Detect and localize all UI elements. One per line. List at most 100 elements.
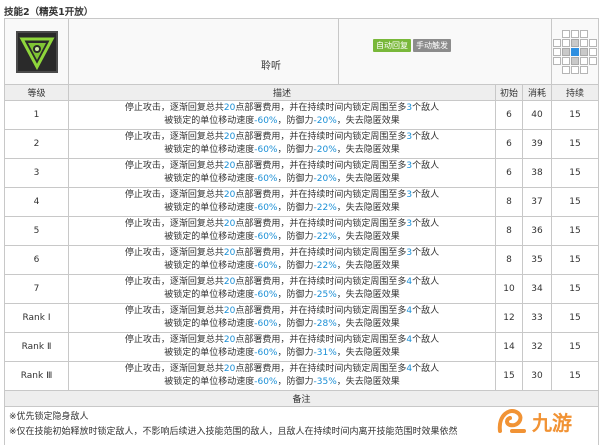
desc-cost-value: 20 bbox=[223, 364, 236, 374]
desc-cost-value: 20 bbox=[223, 219, 236, 229]
range-cell-off bbox=[553, 38, 562, 47]
skill-listen-icon bbox=[15, 30, 58, 73]
desc-text: ，失去隐匿效果 bbox=[336, 203, 400, 213]
header-consume: 消耗 bbox=[521, 84, 553, 101]
range-cell bbox=[551, 18, 600, 85]
desc-text: ，失去隐匿效果 bbox=[336, 319, 400, 329]
desc-text: ，防御力 bbox=[277, 116, 314, 126]
desc-text: 点部署费用，并在持续时间内锁定周围至多 bbox=[235, 161, 407, 171]
desc-cost-value: 20 bbox=[223, 103, 236, 113]
desc-defense-value: -28% bbox=[313, 319, 337, 329]
desc-text: 个敌人 bbox=[412, 306, 440, 316]
description-cell: 停止攻击，逐渐回复总共20点部署费用，并在持续时间内锁定周围至多3个敌人 被锁定的… bbox=[68, 158, 496, 188]
range-cell-on bbox=[571, 38, 580, 47]
skill-table: 聆听 自动回复 手动触发 等级 描述 初始 消耗 持续 1 停止攻击，逐渐回复总共2… bbox=[3, 18, 600, 445]
desc-defense-value: -31% bbox=[313, 348, 337, 358]
range-cell-off bbox=[580, 38, 589, 47]
range-cell-off bbox=[580, 56, 589, 65]
desc-text: 停止攻击，逐渐回复总共 bbox=[124, 248, 224, 258]
desc-speed-value: -60% bbox=[254, 290, 278, 300]
desc-speed-value: -60% bbox=[254, 203, 278, 213]
desc-text: 停止攻击，逐渐回复总共 bbox=[124, 103, 224, 113]
desc-text: 点部署费用，并在持续时间内锁定周围至多 bbox=[235, 335, 407, 345]
consume-cell: 37 bbox=[521, 187, 553, 217]
level-cell: 1 bbox=[4, 100, 69, 130]
table-row: 6 停止攻击，逐渐回复总共20点部署费用，并在持续时间内锁定周围至多3个敌人 被锁定… bbox=[4, 245, 600, 275]
section-title: 技能2（精英1开放） bbox=[4, 7, 94, 18]
initial-cell: 8 bbox=[495, 216, 523, 246]
desc-text: ，防御力 bbox=[277, 232, 314, 242]
description-cell: 停止攻击，逐渐回复总共20点部署费用，并在持续时间内锁定周围至多4个敌人 被锁定的… bbox=[68, 274, 496, 304]
skill-name: 聆听 bbox=[68, 18, 339, 85]
range-cell-off bbox=[553, 47, 562, 56]
desc-text: ，失去隐匿效果 bbox=[336, 174, 400, 184]
desc-text: 点部署费用，并在持续时间内锁定周围至多 bbox=[235, 364, 407, 374]
description-cell: 停止攻击，逐渐回复总共20点部署费用，并在持续时间内锁定周围至多4个敌人 被锁定的… bbox=[68, 303, 496, 333]
consume-cell: 34 bbox=[521, 274, 553, 304]
table-row: Rank Ⅲ 停止攻击，逐渐回复总共20点部署费用，并在持续时间内锁定周围至多4个… bbox=[4, 361, 600, 391]
level-cell: 2 bbox=[4, 129, 69, 159]
level-cell: 5 bbox=[4, 216, 69, 246]
level-cell: 7 bbox=[4, 274, 69, 304]
consume-cell: 36 bbox=[521, 216, 553, 246]
desc-text: 个敌人 bbox=[412, 364, 440, 374]
desc-text: 个敌人 bbox=[412, 190, 440, 200]
consume-cell: 39 bbox=[521, 129, 553, 159]
desc-text: ，防御力 bbox=[277, 348, 314, 358]
desc-text: 被锁定的单位移动速度 bbox=[164, 261, 255, 271]
desc-text: 停止攻击，逐渐回复总共 bbox=[124, 190, 224, 200]
desc-cost-value: 20 bbox=[223, 335, 236, 345]
range-cell-off bbox=[553, 56, 562, 65]
table-row: Rank Ⅰ 停止攻击，逐渐回复总共20点部署费用，并在持续时间内锁定周围至多4个… bbox=[4, 303, 600, 333]
tag-auto-recovery: 自动回复 bbox=[373, 39, 411, 52]
attack-range-grid bbox=[553, 29, 598, 74]
skill-header-row: 聆听 自动回复 手动触发 bbox=[4, 18, 600, 85]
desc-speed-value: -60% bbox=[254, 348, 278, 358]
desc-text: 点部署费用，并在持续时间内锁定周围至多 bbox=[235, 277, 407, 287]
desc-cost-value: 20 bbox=[223, 277, 236, 287]
tag-manual-trigger: 手动触发 bbox=[413, 39, 451, 52]
desc-text: 点部署费用，并在持续时间内锁定周围至多 bbox=[235, 132, 407, 142]
header-initial: 初始 bbox=[495, 84, 523, 101]
jiuyou-logo-icon: 九游 bbox=[497, 409, 572, 435]
duration-cell: 15 bbox=[551, 245, 600, 275]
desc-defense-value: -35% bbox=[313, 377, 337, 387]
desc-text: 点部署费用，并在持续时间内锁定周围至多 bbox=[235, 103, 407, 113]
desc-defense-value: -22% bbox=[313, 261, 337, 271]
desc-text: 被锁定的单位移动速度 bbox=[164, 348, 255, 358]
range-cell-none bbox=[589, 30, 597, 38]
desc-text: ，防御力 bbox=[277, 319, 314, 329]
range-cell-none bbox=[589, 66, 597, 74]
consume-cell: 32 bbox=[521, 332, 553, 362]
desc-text: 停止攻击，逐渐回复总共 bbox=[124, 364, 224, 374]
description-cell: 停止攻击，逐渐回复总共20点部署费用，并在持续时间内锁定周围至多3个敌人 被锁定的… bbox=[68, 187, 496, 217]
initial-cell: 10 bbox=[495, 274, 523, 304]
skill-tags: 自动回复 手动触发 bbox=[337, 18, 553, 85]
desc-defense-value: -25% bbox=[313, 290, 337, 300]
level-cell: 3 bbox=[4, 158, 69, 188]
range-cell-off bbox=[580, 65, 589, 74]
range-cell-off bbox=[562, 29, 571, 38]
range-cell-off bbox=[562, 38, 571, 47]
desc-text: 个敌人 bbox=[412, 161, 440, 171]
desc-text: 停止攻击，逐渐回复总共 bbox=[124, 219, 224, 229]
desc-text: 被锁定的单位移动速度 bbox=[164, 174, 255, 184]
initial-cell: 15 bbox=[495, 361, 523, 391]
desc-text: ，防御力 bbox=[277, 377, 314, 387]
range-cell-off bbox=[562, 65, 571, 74]
desc-text: 点部署费用，并在持续时间内锁定周围至多 bbox=[235, 248, 407, 258]
desc-text: 被锁定的单位移动速度 bbox=[164, 203, 255, 213]
level-cell: Rank Ⅱ bbox=[4, 332, 69, 362]
initial-cell: 6 bbox=[495, 100, 523, 130]
desc-speed-value: -60% bbox=[254, 377, 278, 387]
duration-cell: 15 bbox=[551, 303, 600, 333]
desc-cost-value: 20 bbox=[223, 248, 236, 258]
table-row: 4 停止攻击，逐渐回复总共20点部署费用，并在持续时间内锁定周围至多3个敌人 被锁定… bbox=[4, 187, 600, 217]
description-cell: 停止攻击，逐渐回复总共20点部署费用，并在持续时间内锁定周围至多3个敌人 被锁定的… bbox=[68, 216, 496, 246]
initial-cell: 14 bbox=[495, 332, 523, 362]
desc-cost-value: 20 bbox=[223, 306, 236, 316]
table-row: 5 停止攻击，逐渐回复总共20点部署费用，并在持续时间内锁定周围至多3个敌人 被锁定… bbox=[4, 216, 600, 246]
desc-text: ，失去隐匿效果 bbox=[336, 348, 400, 358]
initial-cell: 6 bbox=[495, 158, 523, 188]
desc-text: ，防御力 bbox=[277, 203, 314, 213]
